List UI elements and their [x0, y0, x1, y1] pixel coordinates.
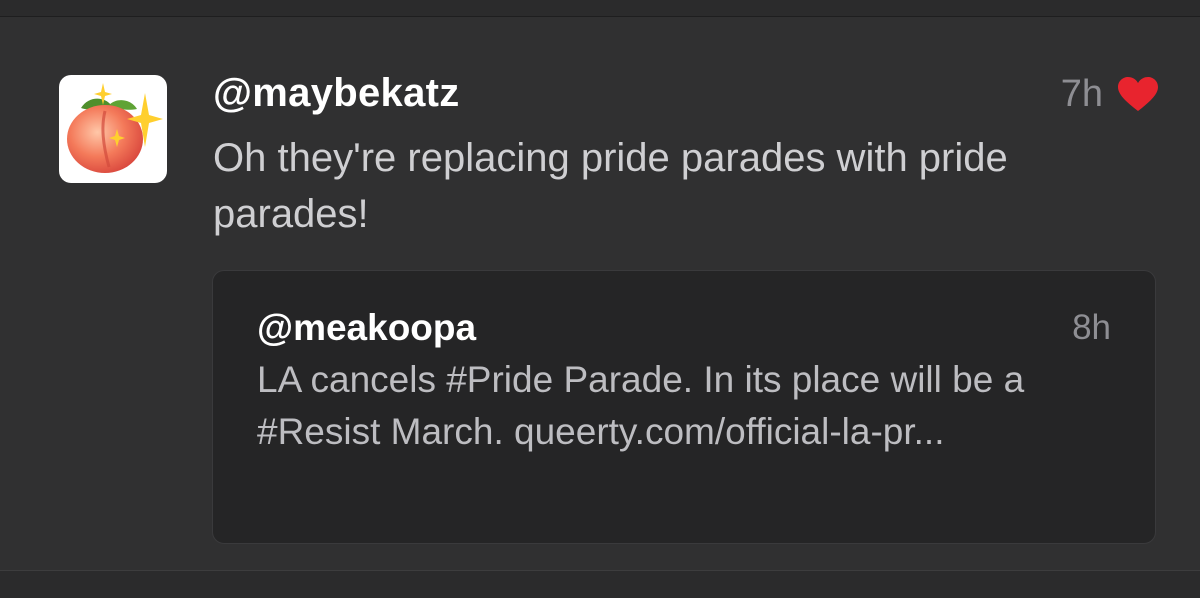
author-handle[interactable]: @maybekatz: [213, 71, 460, 116]
tweet-text: Oh they're replacing pride parades with …: [213, 136, 1008, 236]
quoted-timestamp: 8h: [1072, 308, 1111, 347]
tweet-cell[interactable]: @maybekatz 7h Oh they're replacing pride…: [0, 17, 1200, 570]
peach-sparkles-icon: [67, 83, 163, 173]
bottom-divider: [0, 570, 1200, 598]
heart-icon[interactable]: [1117, 77, 1159, 113]
quoted-tweet-text: LA cancels #Pride Parade. In its place w…: [257, 359, 1025, 452]
quoted-tweet-card[interactable]: @meakoopa 8h LA cancels #Pride Parade. I…: [212, 270, 1156, 544]
quoted-author-handle: @meakoopa: [257, 307, 477, 348]
tweet-timestamp: 7h: [1060, 73, 1103, 115]
avatar[interactable]: [59, 75, 167, 183]
top-divider: [0, 0, 1200, 17]
